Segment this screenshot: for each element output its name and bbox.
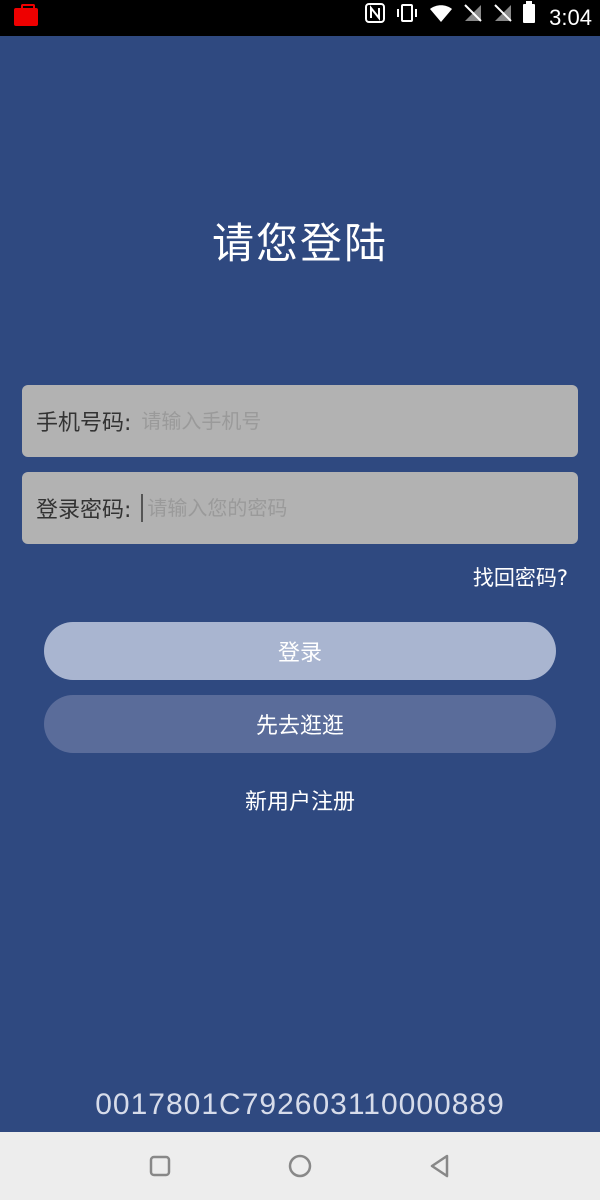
navigation-bar <box>0 1132 600 1200</box>
password-input[interactable] <box>145 495 566 521</box>
password-field[interactable]: 登录密码: <box>22 472 578 544</box>
vibrate-icon <box>395 0 419 36</box>
no-sim-icon <box>493 0 513 36</box>
password-label: 登录密码: <box>36 498 132 523</box>
register-link[interactable]: 新用户注册 <box>0 784 600 816</box>
device-id: 0017801C792603110000889 <box>95 1088 505 1121</box>
browse-button[interactable]: 先去逛逛 <box>44 695 556 753</box>
phone-input[interactable] <box>139 408 566 434</box>
status-bar: 3:04 <box>0 0 600 36</box>
status-icons: 3:04 <box>365 0 592 36</box>
recent-apps-icon[interactable] <box>140 1146 180 1186</box>
text-cursor <box>141 494 144 522</box>
battery-icon <box>523 0 536 36</box>
home-icon[interactable] <box>280 1146 320 1186</box>
page-title: 请您登陆 <box>211 219 388 268</box>
wifi-icon <box>429 0 453 36</box>
login-button[interactable]: 登录 <box>44 622 556 680</box>
back-icon[interactable] <box>420 1146 460 1186</box>
phone-field[interactable]: 手机号码: <box>22 385 578 457</box>
forgot-password-link[interactable]: 找回密码? <box>473 562 568 592</box>
briefcase-icon <box>14 4 38 26</box>
nfc-icon <box>365 0 386 36</box>
phone-label: 手机号码: <box>36 411 132 436</box>
no-sim-icon <box>463 0 483 36</box>
status-time: 3:04 <box>549 5 592 30</box>
